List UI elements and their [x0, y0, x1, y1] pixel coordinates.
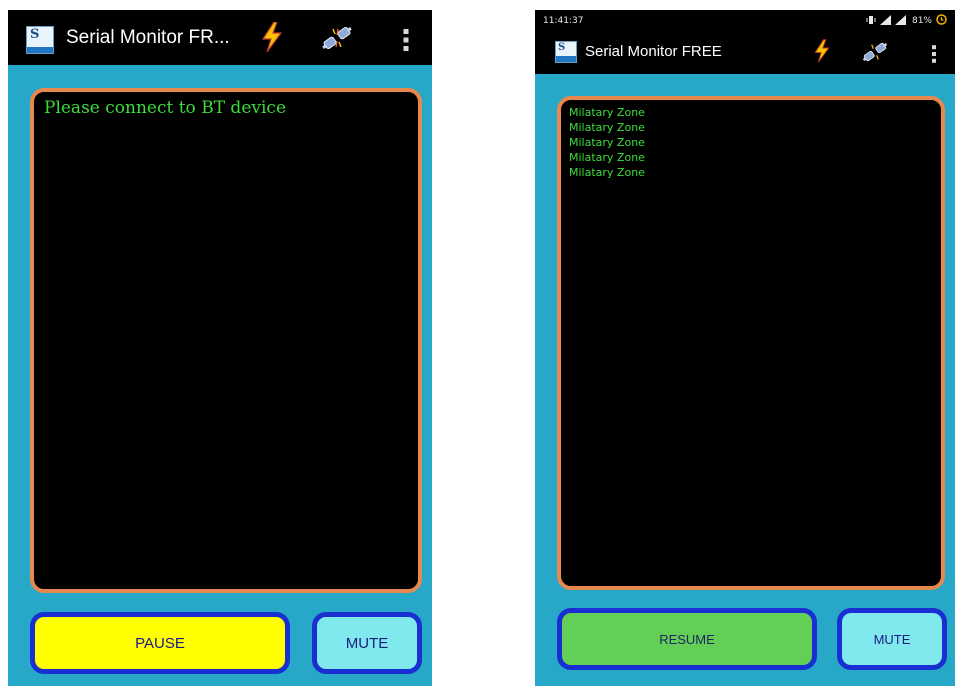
mute-button[interactable]: MUTE [837, 608, 947, 670]
terminal-line: Milatary Zone [569, 136, 645, 149]
phone-screen-right: 11:41:37 81% S Serial Monitor FREE Milat… [535, 10, 955, 686]
overflow-menu-icon[interactable] [401, 28, 411, 52]
mute-button[interactable]: MUTE [312, 612, 422, 674]
action-bar: S Serial Monitor FR... [8, 10, 432, 65]
app-title: Serial Monitor FREE [585, 43, 722, 60]
status-time: 11:41:37 [543, 16, 584, 26]
plug-icon[interactable] [861, 39, 889, 65]
lightning-icon[interactable] [813, 39, 831, 63]
terminal-line: Milatary Zone [569, 166, 645, 179]
signal-icon [879, 14, 891, 28]
app-logo-icon: S [26, 26, 54, 54]
serial-output-terminal: Please connect to BT device [30, 88, 422, 593]
app-title: Serial Monitor FR... [66, 27, 230, 48]
action-bar: S Serial Monitor FREE [535, 32, 955, 74]
lightning-icon[interactable] [260, 22, 284, 52]
app-logo-icon: S [555, 41, 577, 63]
terminal-line: Milatary Zone [569, 106, 645, 119]
resume-button[interactable]: RESUME [557, 608, 817, 670]
plug-icon[interactable] [320, 23, 354, 53]
terminal-message: Please connect to BT device [44, 98, 287, 118]
signal-icon [894, 14, 906, 28]
vibrate-icon [866, 15, 876, 28]
overflow-menu-icon[interactable] [930, 44, 938, 64]
serial-output-terminal: Milatary Zone Milatary Zone Milatary Zon… [557, 96, 945, 590]
phone-screen-left: S Serial Monitor FR... Please connect to… [8, 10, 432, 686]
battery-icon [936, 14, 947, 28]
terminal-line: Milatary Zone [569, 121, 645, 134]
terminal-line: Milatary Zone [569, 151, 645, 164]
terminal-lines: Milatary Zone Milatary Zone Milatary Zon… [569, 105, 645, 180]
status-bar: 11:41:37 81% [535, 10, 955, 32]
pause-button[interactable]: PAUSE [30, 612, 290, 674]
battery-percent: 81% [911, 16, 932, 26]
